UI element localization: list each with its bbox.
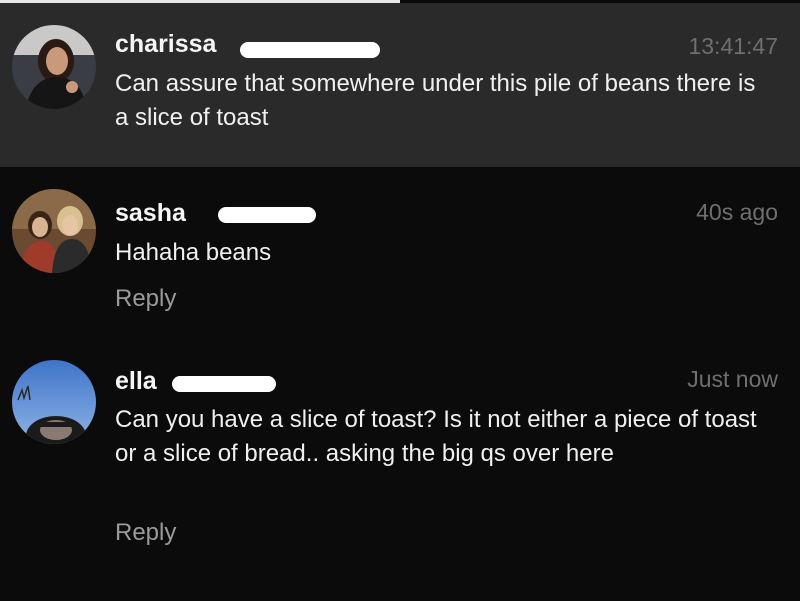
username[interactable]: sasha (115, 199, 186, 228)
comment-text: Can assure that somewhere under this pil… (115, 70, 756, 131)
comment-item: sasha 40s ago Hahaha beans Reply (0, 167, 800, 337)
username[interactable]: charissa (115, 30, 216, 59)
redaction-mark (218, 207, 316, 223)
comment-item: charissa 13:41:47 Can assure that somewh… (0, 3, 800, 167)
avatar[interactable] (12, 25, 96, 109)
reply-button[interactable]: Reply (115, 285, 176, 313)
comment-text: Hahaha beans (115, 239, 272, 266)
redaction-mark (240, 42, 380, 58)
profile-photo-icon (12, 360, 96, 444)
timestamp: 40s ago (696, 199, 778, 225)
timestamp: Just now (687, 366, 778, 392)
profile-photo-icon (12, 189, 96, 273)
profile-photo-icon (12, 25, 96, 109)
avatar[interactable] (12, 360, 96, 444)
comment-text: Can you have a slice of toast? Is it not… (115, 406, 757, 467)
reply-button[interactable]: Reply (115, 519, 176, 547)
redaction-mark (172, 376, 276, 392)
avatar[interactable] (12, 189, 96, 273)
timestamp: 13:41:47 (688, 33, 778, 59)
comment-item: ella Just now Can you have a slice of to… (0, 337, 800, 601)
username[interactable]: ella (115, 367, 157, 396)
